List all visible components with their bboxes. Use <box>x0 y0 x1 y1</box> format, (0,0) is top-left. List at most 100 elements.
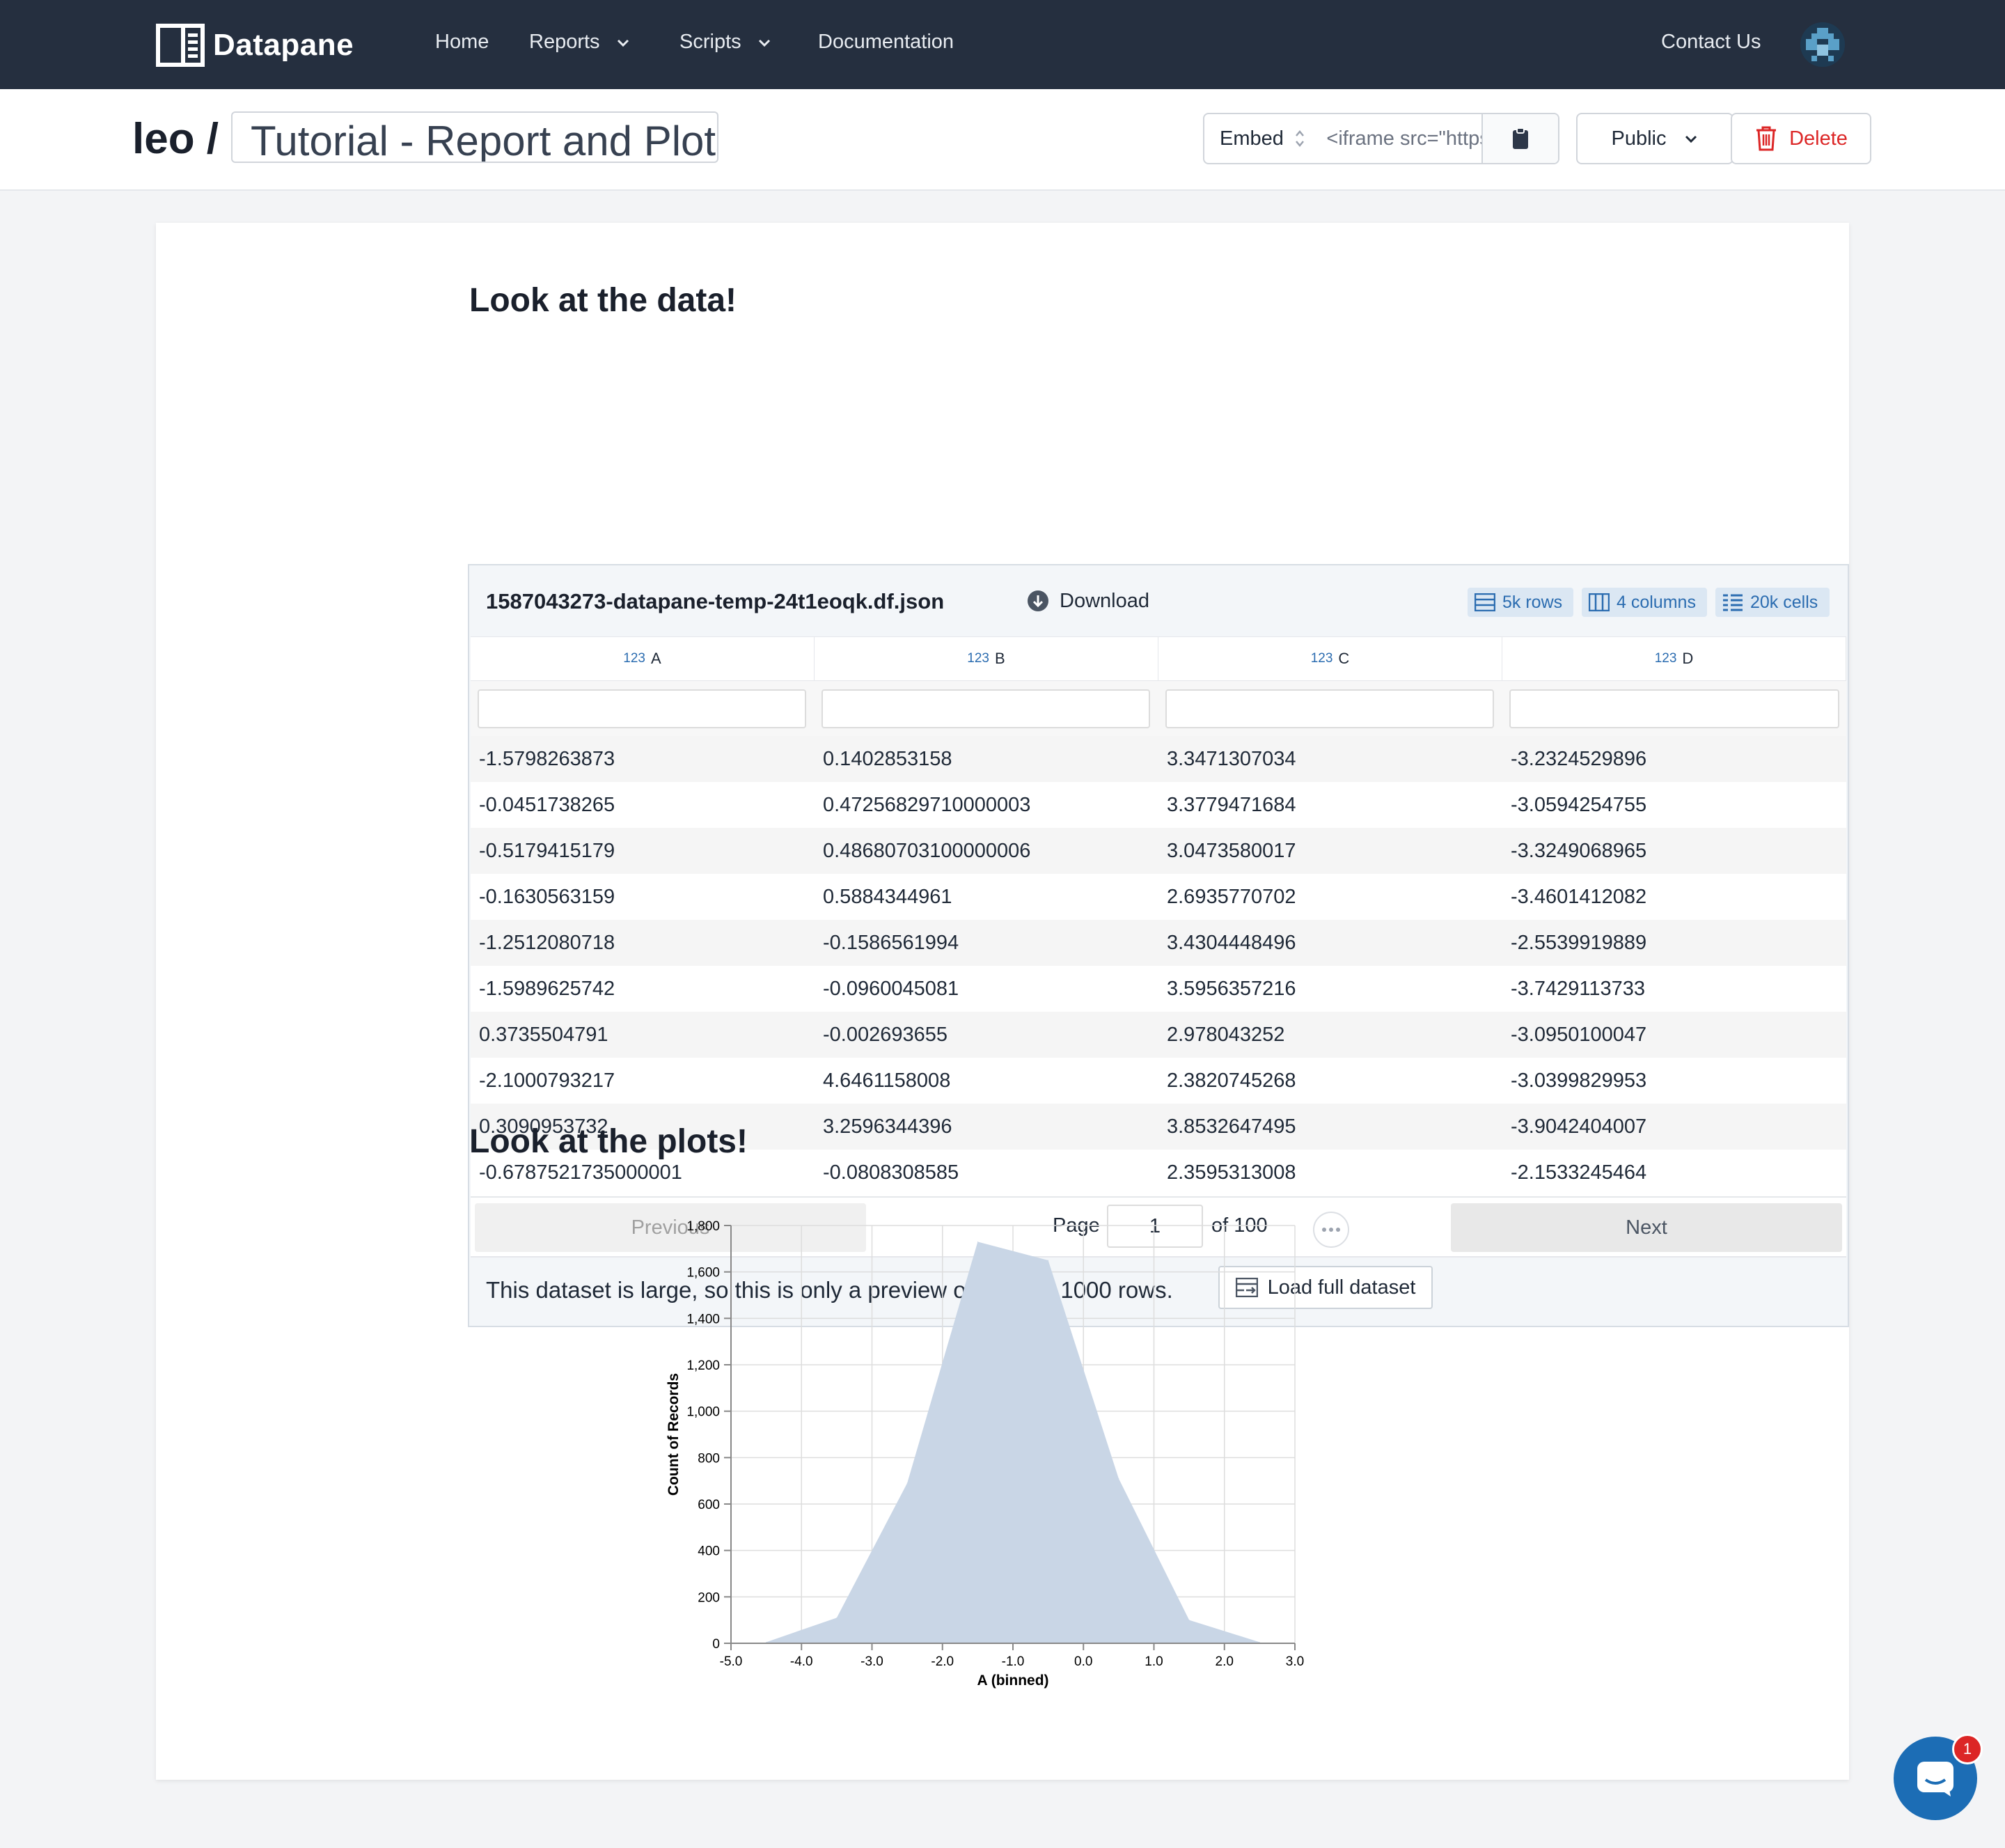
table-row: -1.5989625742 -0.0960045081 3.5956357216 -3… <box>471 966 1846 1012</box>
data-point <box>1259 1641 1260 1643</box>
table-cell: 2.3820745268 <box>1167 1070 1296 1092</box>
copy-embed-button[interactable] <box>1481 114 1558 163</box>
nav-reports-label: Reports <box>529 31 600 53</box>
embed-code-field[interactable]: <iframe src="https://datapane.com/leo/re… <box>1322 114 1481 163</box>
column-header-a[interactable]: 123 A <box>471 637 815 680</box>
x-axis-title: A (binned) <box>977 1673 1048 1689</box>
avatar[interactable] <box>1800 22 1845 67</box>
table-cell: 0.47256829710000003 <box>823 794 1031 816</box>
embed-control: Embed <iframe src="https://datapane.com/… <box>1203 113 1559 164</box>
download-label: Download <box>1060 589 1149 612</box>
rows-stat-label: 5k rows <box>1502 592 1563 612</box>
table-cell: -3.3249068965 <box>1511 840 1647 862</box>
column-header-b[interactable]: 123 B <box>815 637 1158 680</box>
nav-documentation[interactable]: Documentation <box>818 31 954 54</box>
x-tick-label: -3.0 <box>860 1654 883 1669</box>
filter-input-b[interactable] <box>821 689 1150 728</box>
embed-select[interactable]: Embed <box>1204 114 1322 163</box>
columns-icon <box>1589 593 1610 611</box>
data-grid: 123 A 123 B 123 C 123 D -1.5798263873 0.14028… <box>471 636 1846 1197</box>
y-tick-label: 1,000 <box>686 1405 720 1420</box>
x-tick-label: -4.0 <box>790 1654 813 1669</box>
filter-input-d[interactable] <box>1509 689 1839 728</box>
table-cell: -0.1586561994 <box>823 932 959 954</box>
column-header-d[interactable]: 123 D <box>1502 637 1846 680</box>
table-cell: -3.4601412082 <box>1511 886 1647 908</box>
table-cell: 3.3779471684 <box>1167 794 1296 816</box>
x-tick-label: 1.0 <box>1145 1654 1163 1669</box>
table-cell: 3.2596344396 <box>823 1115 952 1138</box>
numeric-type-icon: 123 <box>1654 651 1677 666</box>
delete-button[interactable]: Delete <box>1731 113 1871 164</box>
chart-actions-button[interactable] <box>1313 1212 1349 1248</box>
y-tick-label: 1,200 <box>686 1358 720 1373</box>
table-row: -2.1000793217 4.6461158008 2.3820745268 -3.… <box>471 1058 1846 1104</box>
table-cell: -3.0594254755 <box>1511 794 1647 816</box>
table-row: -0.5179415179 0.48680703100000006 3.047358… <box>471 828 1846 874</box>
table-cell: -2.1000793217 <box>479 1070 615 1092</box>
next-page-button[interactable]: Next <box>1451 1203 1842 1252</box>
cells-stat-badge: 20k cells <box>1715 588 1830 617</box>
report-owner[interactable]: leo / <box>132 114 219 164</box>
table-row: -0.0451738265 0.47256829710000003 3.377947… <box>471 782 1846 828</box>
histogram-chart: 0 200 400 600 800 1,000 1,200 1,400 1,600 1,800 -5… <box>654 1212 1378 1699</box>
chat-icon <box>1917 1762 1953 1796</box>
table-cell: 2.978043252 <box>1167 1024 1285 1046</box>
y-tick-label: 200 <box>698 1590 720 1605</box>
table-row: 0.3735504791 -0.002693655 2.978043252 -3.09… <box>471 1012 1846 1058</box>
delete-label: Delete <box>1789 127 1848 150</box>
table-cell: -3.0950100047 <box>1511 1024 1647 1046</box>
table-cell: 2.3595313008 <box>1167 1161 1296 1184</box>
table-cell: -0.0451738265 <box>479 794 615 816</box>
download-link[interactable]: Download <box>1026 589 1149 613</box>
datapane-logo-icon <box>156 24 205 67</box>
rows-stat-badge: 5k rows <box>1468 588 1573 617</box>
brand-logo[interactable]: Datapane <box>156 22 354 68</box>
x-tick-label: 3.0 <box>1286 1654 1304 1669</box>
y-tick-label: 1,400 <box>686 1312 720 1326</box>
embed-select-label: Embed <box>1220 127 1284 150</box>
user-avatar-icon <box>1800 22 1845 67</box>
table-cell: 3.5956357216 <box>1167 978 1296 1000</box>
nav-home-label: Home <box>435 31 489 53</box>
x-tick-label: -1.0 <box>1002 1654 1025 1669</box>
filter-input-a[interactable] <box>478 689 806 728</box>
nav-scripts[interactable]: Scripts <box>679 31 772 54</box>
table-cell: -1.2512080718 <box>479 932 615 954</box>
section-heading-plots: Look at the plots! <box>469 1123 748 1160</box>
table-cell: -1.5989625742 <box>479 978 615 1000</box>
chevron-down-icon <box>617 39 629 47</box>
table-cell: 4.6461158008 <box>823 1070 951 1092</box>
table-cell: 0.3735504791 <box>479 1024 608 1046</box>
chevron-down-icon <box>758 39 770 47</box>
table-cell: 3.0473580017 <box>1167 840 1296 862</box>
filter-input-c[interactable] <box>1165 689 1494 728</box>
table-cell: -3.2324529896 <box>1511 748 1647 770</box>
nav-home[interactable]: Home <box>435 31 489 54</box>
column-header-c[interactable]: 123 C <box>1158 637 1502 680</box>
dataset-filename: 1587043273-datapane-temp-24t1eoqk.df.jso… <box>486 589 945 613</box>
columns-stat-badge: 4 columns <box>1582 588 1707 617</box>
nav-documentation-label: Documentation <box>818 31 954 53</box>
table-row: -1.5798263873 0.1402853158 3.3471307034 -3.… <box>471 736 1846 782</box>
report-title-input[interactable]: Tutorial - Report and Plots <box>231 111 718 163</box>
rows-icon <box>1475 593 1495 611</box>
nav-scripts-label: Scripts <box>679 31 741 53</box>
cells-icon <box>1723 594 1743 611</box>
cells-stat-label: 20k cells <box>1750 592 1818 612</box>
columns-stat-label: 4 columns <box>1617 592 1696 612</box>
visibility-label: Public <box>1611 127 1667 150</box>
table-row: -1.2512080718 -0.1586561994 3.4304448496 -2… <box>471 920 1846 966</box>
x-tick-label: -2.0 <box>931 1654 954 1669</box>
nav-contact-us[interactable]: Contact Us <box>1661 31 1761 54</box>
y-tick-label: 1,600 <box>686 1266 720 1281</box>
column-header-label: D <box>1682 650 1694 667</box>
visibility-dropdown[interactable]: Public <box>1576 113 1733 164</box>
y-tick-label: 400 <box>698 1544 720 1559</box>
numeric-type-icon: 123 <box>623 651 645 666</box>
clipboard-icon <box>1513 127 1529 149</box>
table-cell: -2.5539919889 <box>1511 932 1647 954</box>
data-point <box>906 1482 908 1484</box>
y-tick-label: 0 <box>712 1637 720 1652</box>
nav-reports[interactable]: Reports <box>529 31 631 54</box>
